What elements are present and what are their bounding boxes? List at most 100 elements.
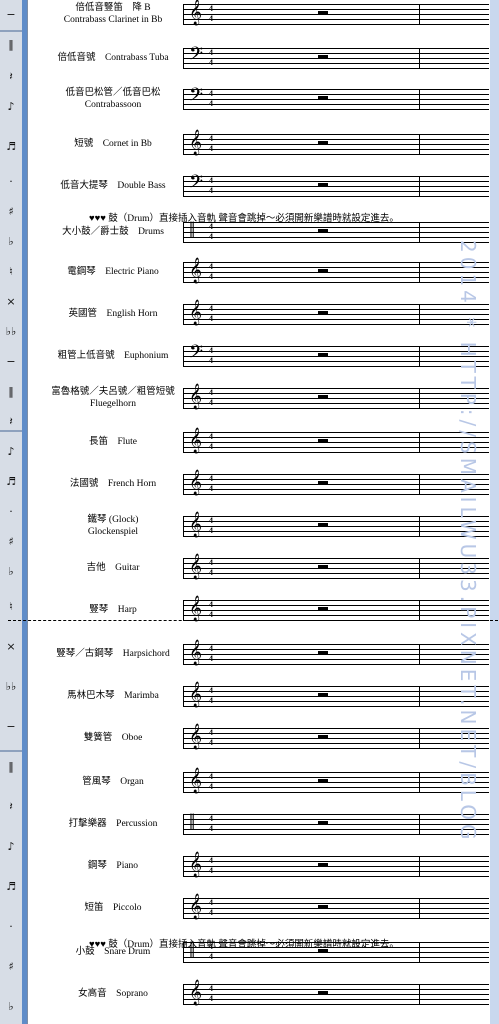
- whole-rest-icon[interactable]: [318, 565, 328, 569]
- natural-icon[interactable]: ♮: [2, 600, 20, 614]
- double-flat-icon[interactable]: ♭♭: [2, 680, 20, 694]
- whole-rest-icon[interactable]: [318, 779, 328, 783]
- barline: [183, 600, 184, 621]
- whole-rest-icon[interactable]: [318, 11, 328, 15]
- staff[interactable]: 𝄞 4 4: [183, 1, 489, 25]
- time-signature: 44: [209, 984, 213, 1003]
- double-sharp-icon[interactable]: ×: [2, 640, 20, 654]
- whole-rest-icon[interactable]: [318, 821, 328, 825]
- staff-line: [183, 134, 489, 135]
- whole-rest-icon[interactable]: [318, 183, 328, 187]
- staff[interactable]: 𝄢 4 4: [183, 173, 489, 197]
- staff-line: [183, 994, 489, 995]
- staff-line: [183, 876, 489, 877]
- barline: [183, 432, 184, 453]
- instrument-label: 大小鼓／爵士鼓 Drums: [62, 227, 164, 237]
- whole-rest-icon[interactable]: [318, 651, 328, 655]
- whole-rest-icon[interactable]: [318, 693, 328, 697]
- instrument-label: 鐵琴 (Glock) Glockenspiel: [87, 515, 139, 537]
- whole-rest-icon[interactable]: [318, 229, 328, 233]
- sixteenth-note-icon[interactable]: ♬: [2, 140, 20, 154]
- whole-rest-icon[interactable]: [318, 353, 328, 357]
- instrument-label: 倍低音豎笛 降 B Contrabass Clarinet in Bb: [63, 3, 163, 25]
- clef-icon: 𝄞: [189, 553, 203, 578]
- right-scroll-strip[interactable]: [490, 0, 499, 1024]
- dot-icon[interactable]: ·: [2, 505, 20, 519]
- barline: [183, 304, 184, 325]
- staff[interactable]: 𝄞 4 4: [183, 851, 489, 877]
- whole-rest-icon[interactable]: [318, 96, 328, 100]
- barline: [183, 558, 184, 579]
- whole-rest-icon[interactable]: [318, 735, 328, 739]
- time-signature: 44: [209, 772, 213, 791]
- instrument-label: 粗管上低音號 Euphonium: [57, 351, 169, 361]
- double-bar-icon[interactable]: ‖: [2, 760, 20, 774]
- staff-line: [183, 856, 489, 857]
- staff-line: [183, 104, 489, 105]
- clef-icon: 𝄞: [189, 681, 203, 706]
- instrument-label: 低音大提琴 Double Bass: [60, 181, 166, 191]
- whole-rest-icon[interactable]: [318, 269, 328, 273]
- sharp-icon[interactable]: ♯: [2, 535, 20, 549]
- clef-icon: 𝄞: [189, 257, 203, 282]
- staff-line: [183, 913, 489, 914]
- staff-line: [183, 866, 489, 867]
- staff[interactable]: 𝄢 4 4: [183, 86, 489, 110]
- staff[interactable]: 𝄞 4 4: [183, 895, 489, 919]
- staff-line: [183, 989, 489, 990]
- rest-icon[interactable]: 𝄽: [2, 800, 20, 814]
- whole-rest-icon[interactable]: [318, 141, 328, 145]
- flat-icon[interactable]: ♭: [2, 565, 20, 579]
- dot-icon[interactable]: ·: [2, 175, 20, 189]
- clef-icon: 𝄞: [189, 851, 203, 876]
- whole-rest-icon[interactable]: [318, 439, 328, 443]
- staff[interactable]: 𝄞 4 4: [183, 979, 489, 1005]
- double-sharp-icon[interactable]: ×: [2, 295, 20, 309]
- minus-icon[interactable]: −: [2, 720, 20, 734]
- staff[interactable]: ‖ 4 4: [183, 219, 489, 243]
- staff[interactable]: 𝄞 4 4: [183, 131, 489, 155]
- time-signature: 44: [209, 304, 213, 323]
- instrument-label: 長笛 Flute: [88, 437, 138, 447]
- whole-rest-icon[interactable]: [318, 481, 328, 485]
- staff-line: [183, 191, 489, 192]
- staff-line: [183, 984, 489, 985]
- double-bar-icon[interactable]: ‖: [2, 38, 20, 52]
- whole-rest-icon[interactable]: [318, 863, 328, 867]
- clef-icon: 𝄞: [189, 979, 203, 1004]
- rest-icon[interactable]: 𝄽: [2, 70, 20, 84]
- whole-rest-icon[interactable]: [318, 523, 328, 527]
- staff-line: [183, 181, 489, 182]
- eighth-note-icon[interactable]: ♪: [2, 445, 20, 459]
- toolbar-separator: [0, 430, 22, 432]
- natural-icon[interactable]: ♮: [2, 265, 20, 279]
- staff-line: [183, 24, 489, 25]
- flat-icon[interactable]: ♭: [2, 1000, 20, 1014]
- instrument-label: 短號 Cornet in Bb: [74, 139, 152, 149]
- flat-icon[interactable]: ♭: [2, 235, 20, 249]
- sixteenth-note-icon[interactable]: ♬: [2, 475, 20, 489]
- eighth-note-icon[interactable]: ♪: [2, 100, 20, 114]
- time-signature: 44: [209, 222, 213, 241]
- barline: [183, 4, 184, 25]
- drums-note: ♥♥♥ 鼓（Drum）直接插入音軌 聲音會跳掉～必須開新樂譜時就設定進去。: [89, 214, 399, 224]
- rest-icon[interactable]: 𝄽: [2, 415, 20, 429]
- sixteenth-note-icon[interactable]: ♬: [2, 880, 20, 894]
- whole-rest-icon[interactable]: [318, 395, 328, 399]
- whole-rest-icon[interactable]: [318, 311, 328, 315]
- clef-icon: 𝄞: [189, 767, 203, 792]
- minus-icon[interactable]: −: [2, 8, 20, 22]
- whole-rest-icon[interactable]: [318, 991, 328, 995]
- whole-rest-icon[interactable]: [318, 905, 328, 909]
- time-signature: 44: [209, 176, 213, 195]
- whole-rest-icon[interactable]: [318, 607, 328, 611]
- eighth-note-icon[interactable]: ♪: [2, 840, 20, 854]
- double-bar-icon[interactable]: ‖: [2, 385, 20, 399]
- whole-rest-icon[interactable]: [318, 55, 328, 59]
- sharp-icon[interactable]: ♯: [2, 205, 20, 219]
- minus-icon[interactable]: −: [2, 355, 20, 369]
- staff[interactable]: 𝄢 4 4: [183, 45, 489, 69]
- double-flat-icon[interactable]: ♭♭: [2, 325, 20, 339]
- dot-icon[interactable]: ·: [2, 920, 20, 934]
- sharp-icon[interactable]: ♯: [2, 960, 20, 974]
